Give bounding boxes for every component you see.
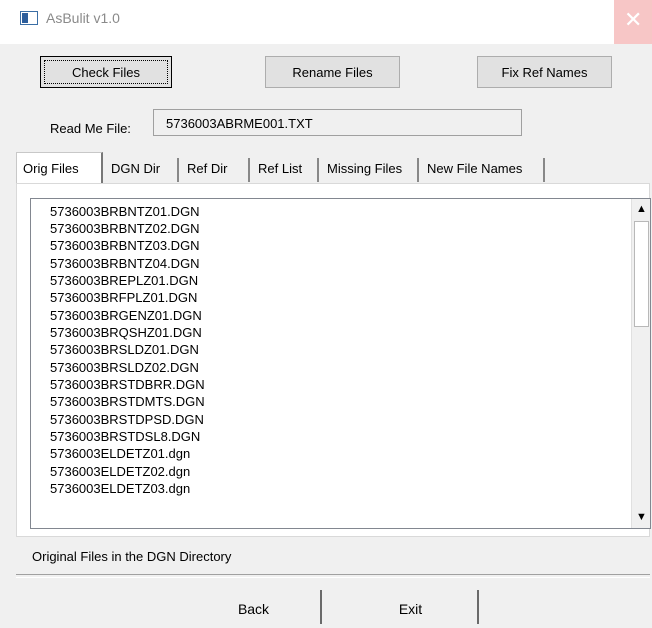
tab-dgn-dir[interactable]: DGN Dir — [105, 158, 179, 182]
list-item[interactable]: 5736003BREPLZ01.DGN — [50, 272, 198, 289]
tab-orig-files[interactable]: Orig Files — [16, 152, 103, 184]
list-item[interactable]: 5736003BRSLDZ02.DGN — [50, 359, 199, 376]
list-item[interactable]: 5736003BRSTDSL8.DGN — [50, 428, 200, 445]
fix-ref-names-button[interactable]: Fix Ref Names — [477, 56, 612, 88]
list-item[interactable]: 5736003BRGENZ01.DGN — [50, 307, 202, 324]
back-button[interactable]: Back — [187, 590, 322, 624]
list-item[interactable]: 5736003BRSTDBRR.DGN — [50, 376, 205, 393]
list-item[interactable]: 5736003BRSTDMTS.DGN — [50, 393, 205, 410]
close-icon: ✕ — [624, 7, 643, 32]
scroll-thumb[interactable] — [634, 221, 649, 327]
list-item[interactable]: 5736003ELDETZ03.dgn — [50, 480, 190, 497]
close-button[interactable]: ✕ — [614, 0, 652, 44]
list-item[interactable]: 5736003BRBNTZ01.DGN — [50, 203, 200, 220]
vertical-scrollbar[interactable]: ▲ ▼ — [631, 199, 650, 528]
tab-ref-dir[interactable]: Ref Dir — [181, 158, 250, 182]
list-item[interactable]: 5736003BRFPLZ01.DGN — [50, 289, 197, 306]
list-item[interactable]: 5736003ELDETZ02.dgn — [50, 463, 190, 480]
exit-button[interactable]: Exit — [344, 590, 479, 624]
list-item[interactable]: 5736003BRQSHZ01.DGN — [50, 324, 202, 341]
fix-ref-names-label: Fix Ref Names — [501, 64, 588, 80]
list-item[interactable]: 5736003BRBNTZ03.DGN — [50, 237, 200, 254]
rename-files-label: Rename Files — [292, 64, 373, 80]
title-bar: AsBulit v1.0 ✕ — [0, 0, 652, 44]
readme-label: Read Me File: — [50, 121, 131, 136]
tab-new-file-names[interactable]: New File Names — [421, 158, 545, 182]
status-text: Original Files in the DGN Directory — [32, 549, 232, 564]
list-item[interactable]: 5736003BRBNTZ02.DGN — [50, 220, 200, 237]
readme-file-field[interactable]: 5736003ABRME001.TXT — [153, 109, 522, 136]
list-item[interactable]: 5736003BRSLDZ01.DGN — [50, 341, 199, 358]
list-item[interactable]: 5736003BRBNTZ04.DGN — [50, 255, 200, 272]
focus-rectangle — [44, 60, 168, 84]
tab-missing-files[interactable]: Missing Files — [321, 158, 419, 182]
app-icon — [20, 11, 38, 25]
tab-ref-list[interactable]: Ref List — [252, 158, 319, 182]
rename-files-button[interactable]: Rename Files — [265, 56, 400, 88]
file-listbox[interactable]: 5736003BRBNTZ01.DGN 5736003BRBNTZ02.DGN … — [30, 198, 651, 529]
check-files-button[interactable]: Check Files — [40, 56, 172, 88]
scroll-down-arrow-icon[interactable]: ▼ — [632, 509, 650, 526]
window-title: AsBulit v1.0 — [46, 10, 120, 26]
list-item[interactable]: 5736003ELDETZ01.dgn — [50, 445, 190, 462]
list-item[interactable]: 5736003BRSTDPSD.DGN — [50, 411, 204, 428]
scroll-up-arrow-icon[interactable]: ▲ — [632, 201, 650, 218]
divider — [16, 574, 650, 578]
